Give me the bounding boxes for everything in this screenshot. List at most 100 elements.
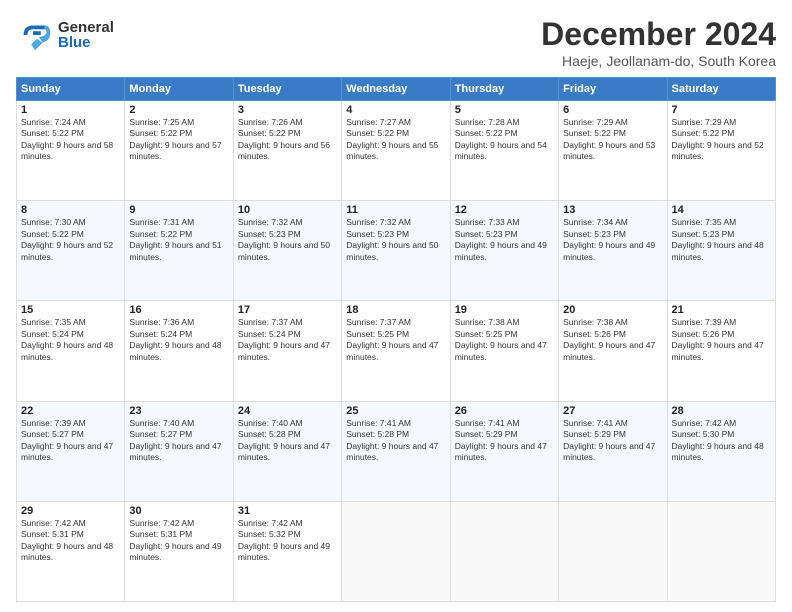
day-number: 24 — [238, 405, 337, 417]
day-info: Sunrise: 7:34 AM Sunset: 5:23 PM Dayligh… — [563, 217, 662, 263]
sunset-label: Sunset: 5:22 PM — [346, 128, 409, 138]
day-number: 30 — [129, 505, 228, 517]
sunrise-label: Sunrise: 7:25 AM — [129, 117, 194, 127]
sunrise-label: Sunrise: 7:37 AM — [346, 317, 411, 327]
daylight-label: Daylight: 9 hours and 48 minutes. — [672, 441, 764, 462]
day-info: Sunrise: 7:29 AM Sunset: 5:22 PM Dayligh… — [563, 117, 662, 163]
day-info: Sunrise: 7:32 AM Sunset: 5:23 PM Dayligh… — [346, 217, 445, 263]
day-number: 25 — [346, 405, 445, 417]
header: General Blue December 2024 Haeje, Jeolla… — [16, 16, 776, 69]
calendar-week-row: 15 Sunrise: 7:35 AM Sunset: 5:24 PM Dayl… — [17, 301, 776, 401]
sunset-label: Sunset: 5:23 PM — [672, 229, 735, 239]
day-number: 12 — [455, 204, 554, 216]
calendar-cell: 14 Sunrise: 7:35 AM Sunset: 5:23 PM Dayl… — [667, 201, 775, 301]
calendar-cell — [559, 501, 667, 601]
sunset-label: Sunset: 5:23 PM — [346, 229, 409, 239]
calendar-cell — [342, 501, 450, 601]
calendar-cell: 29 Sunrise: 7:42 AM Sunset: 5:31 PM Dayl… — [17, 501, 125, 601]
logo-name: General Blue — [58, 20, 114, 50]
header-sunday: Sunday — [17, 78, 125, 101]
day-number: 19 — [455, 304, 554, 316]
sunset-label: Sunset: 5:23 PM — [238, 229, 301, 239]
sunset-label: Sunset: 5:22 PM — [129, 128, 192, 138]
sunrise-label: Sunrise: 7:41 AM — [563, 418, 628, 428]
daylight-label: Daylight: 9 hours and 49 minutes. — [129, 541, 221, 562]
day-number: 14 — [672, 204, 771, 216]
sunset-label: Sunset: 5:24 PM — [129, 329, 192, 339]
daylight-label: Daylight: 9 hours and 50 minutes. — [238, 240, 330, 261]
sunrise-label: Sunrise: 7:32 AM — [346, 217, 411, 227]
calendar-cell: 18 Sunrise: 7:37 AM Sunset: 5:25 PM Dayl… — [342, 301, 450, 401]
calendar-cell: 28 Sunrise: 7:42 AM Sunset: 5:30 PM Dayl… — [667, 401, 775, 501]
day-number: 7 — [672, 104, 771, 116]
day-info: Sunrise: 7:39 AM Sunset: 5:27 PM Dayligh… — [21, 418, 120, 464]
daylight-label: Daylight: 9 hours and 54 minutes. — [455, 140, 547, 161]
sunrise-label: Sunrise: 7:40 AM — [129, 418, 194, 428]
day-number: 29 — [21, 505, 120, 517]
day-info: Sunrise: 7:30 AM Sunset: 5:22 PM Dayligh… — [21, 217, 120, 263]
calendar-cell: 10 Sunrise: 7:32 AM Sunset: 5:23 PM Dayl… — [233, 201, 341, 301]
sunset-label: Sunset: 5:22 PM — [21, 229, 84, 239]
day-number: 31 — [238, 505, 337, 517]
logo-blue-text: Blue — [58, 35, 114, 50]
day-number: 13 — [563, 204, 662, 216]
sunrise-label: Sunrise: 7:30 AM — [21, 217, 86, 227]
daylight-label: Daylight: 9 hours and 47 minutes. — [346, 441, 438, 462]
sunrise-label: Sunrise: 7:31 AM — [129, 217, 194, 227]
sunrise-label: Sunrise: 7:42 AM — [238, 518, 303, 528]
day-number: 2 — [129, 104, 228, 116]
daylight-label: Daylight: 9 hours and 47 minutes. — [563, 340, 655, 361]
sunrise-label: Sunrise: 7:35 AM — [21, 317, 86, 327]
day-number: 4 — [346, 104, 445, 116]
sunrise-label: Sunrise: 7:28 AM — [455, 117, 520, 127]
day-number: 3 — [238, 104, 337, 116]
day-number: 1 — [21, 104, 120, 116]
daylight-label: Daylight: 9 hours and 49 minutes. — [563, 240, 655, 261]
daylight-label: Daylight: 9 hours and 52 minutes. — [21, 240, 113, 261]
sunset-label: Sunset: 5:28 PM — [346, 429, 409, 439]
sunrise-label: Sunrise: 7:42 AM — [21, 518, 86, 528]
calendar-cell: 20 Sunrise: 7:38 AM Sunset: 5:26 PM Dayl… — [559, 301, 667, 401]
day-info: Sunrise: 7:38 AM Sunset: 5:26 PM Dayligh… — [563, 317, 662, 363]
daylight-label: Daylight: 9 hours and 47 minutes. — [672, 340, 764, 361]
day-info: Sunrise: 7:37 AM Sunset: 5:25 PM Dayligh… — [346, 317, 445, 363]
subtitle: Haeje, Jeollanam-do, South Korea — [541, 53, 776, 69]
sunset-label: Sunset: 5:22 PM — [129, 229, 192, 239]
calendar-cell: 9 Sunrise: 7:31 AM Sunset: 5:22 PM Dayli… — [125, 201, 233, 301]
day-info: Sunrise: 7:28 AM Sunset: 5:22 PM Dayligh… — [455, 117, 554, 163]
sunset-label: Sunset: 5:29 PM — [455, 429, 518, 439]
calendar-week-row: 29 Sunrise: 7:42 AM Sunset: 5:31 PM Dayl… — [17, 501, 776, 601]
sunrise-label: Sunrise: 7:24 AM — [21, 117, 86, 127]
daylight-label: Daylight: 9 hours and 56 minutes. — [238, 140, 330, 161]
main-title: December 2024 — [541, 16, 776, 53]
calendar-cell: 3 Sunrise: 7:26 AM Sunset: 5:22 PM Dayli… — [233, 101, 341, 201]
calendar-cell: 24 Sunrise: 7:40 AM Sunset: 5:28 PM Dayl… — [233, 401, 341, 501]
day-info: Sunrise: 7:24 AM Sunset: 5:22 PM Dayligh… — [21, 117, 120, 163]
sunset-label: Sunset: 5:22 PM — [455, 128, 518, 138]
daylight-label: Daylight: 9 hours and 47 minutes. — [346, 340, 438, 361]
sunset-label: Sunset: 5:32 PM — [238, 529, 301, 539]
calendar-cell: 26 Sunrise: 7:41 AM Sunset: 5:29 PM Dayl… — [450, 401, 558, 501]
header-thursday: Thursday — [450, 78, 558, 101]
sunrise-label: Sunrise: 7:41 AM — [455, 418, 520, 428]
calendar-cell: 13 Sunrise: 7:34 AM Sunset: 5:23 PM Dayl… — [559, 201, 667, 301]
calendar-table: Sunday Monday Tuesday Wednesday Thursday… — [16, 77, 776, 602]
daylight-label: Daylight: 9 hours and 48 minutes. — [672, 240, 764, 261]
daylight-label: Daylight: 9 hours and 48 minutes. — [129, 340, 221, 361]
sunrise-label: Sunrise: 7:34 AM — [563, 217, 628, 227]
day-info: Sunrise: 7:35 AM Sunset: 5:23 PM Dayligh… — [672, 217, 771, 263]
daylight-label: Daylight: 9 hours and 55 minutes. — [346, 140, 438, 161]
day-number: 21 — [672, 304, 771, 316]
daylight-label: Daylight: 9 hours and 53 minutes. — [563, 140, 655, 161]
daylight-label: Daylight: 9 hours and 47 minutes. — [21, 441, 113, 462]
calendar-cell: 22 Sunrise: 7:39 AM Sunset: 5:27 PM Dayl… — [17, 401, 125, 501]
daylight-label: Daylight: 9 hours and 47 minutes. — [238, 441, 330, 462]
sunrise-label: Sunrise: 7:29 AM — [563, 117, 628, 127]
sunrise-label: Sunrise: 7:38 AM — [455, 317, 520, 327]
day-number: 22 — [21, 405, 120, 417]
calendar-cell — [450, 501, 558, 601]
sunset-label: Sunset: 5:26 PM — [672, 329, 735, 339]
weekday-header-row: Sunday Monday Tuesday Wednesday Thursday… — [17, 78, 776, 101]
calendar-cell: 27 Sunrise: 7:41 AM Sunset: 5:29 PM Dayl… — [559, 401, 667, 501]
day-info: Sunrise: 7:25 AM Sunset: 5:22 PM Dayligh… — [129, 117, 228, 163]
